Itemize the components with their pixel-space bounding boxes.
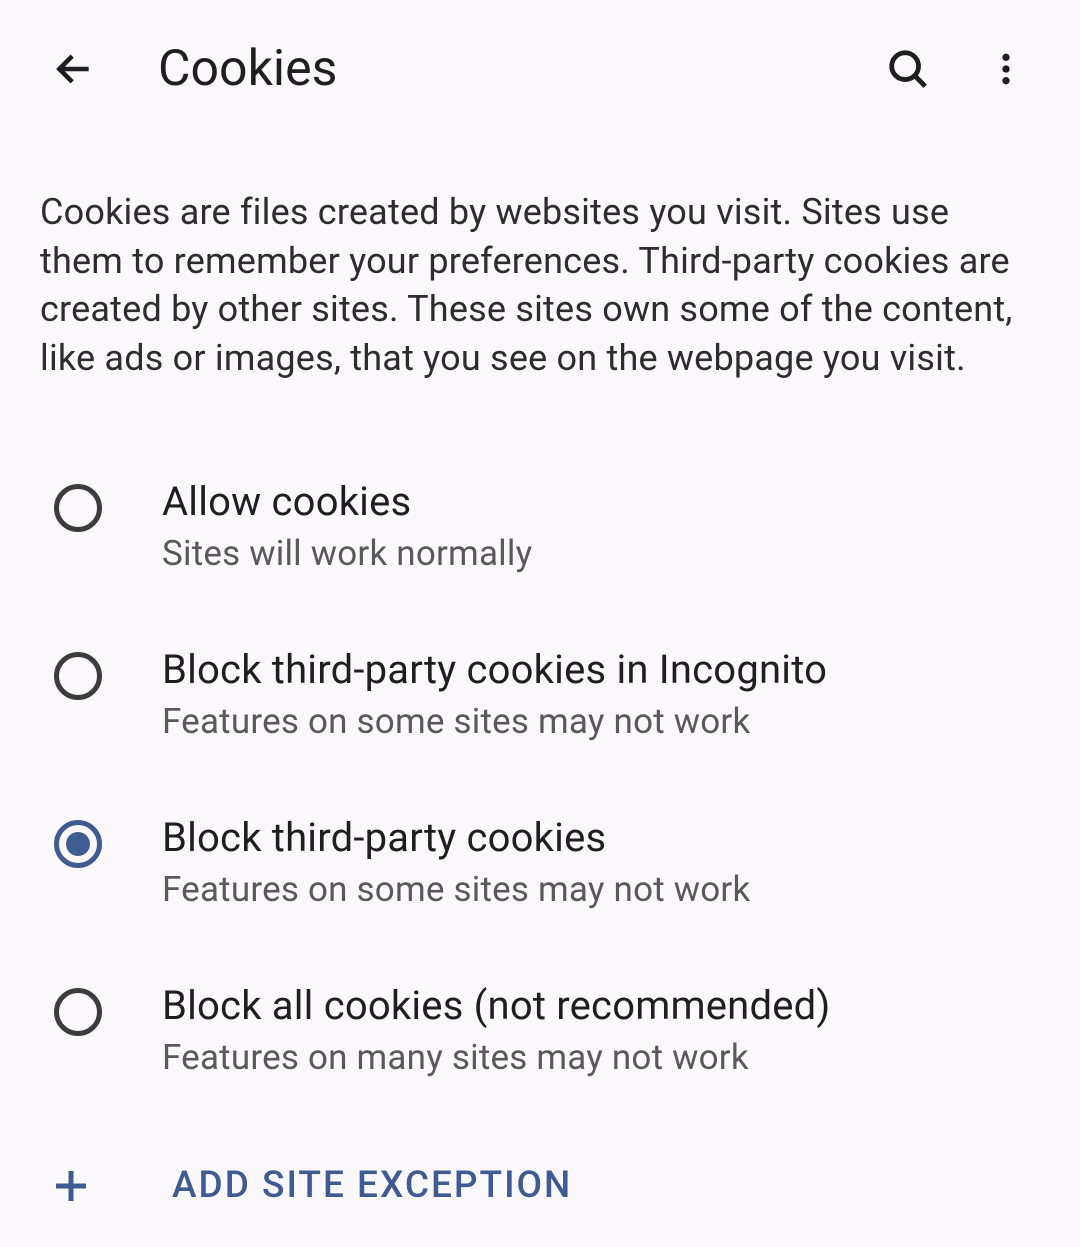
option-title: Block third-party cookies [162,814,1040,861]
arrow-left-icon [52,47,96,91]
search-icon [885,46,931,92]
option-block-third-party-incognito[interactable]: Block third-party cookies in Incognito F… [40,610,1040,778]
option-text: Block all cookies (not recommended) Feat… [162,982,1040,1078]
options-list: Allow cookies Sites will work normally B… [0,442,1080,1114]
option-title: Allow cookies [162,478,1040,525]
radio-button[interactable] [54,820,102,868]
radio-button[interactable] [54,988,102,1036]
option-title: Block third-party cookies in Incognito [162,646,1040,693]
header: Cookies [0,0,1080,138]
option-allow-cookies[interactable]: Allow cookies Sites will work normally [40,442,1040,610]
option-subtitle: Features on some sites may not work [162,869,1040,910]
option-text: Block third-party cookies Features on so… [162,814,1040,910]
plus-icon [50,1165,92,1207]
radio-button[interactable] [54,484,102,532]
back-button[interactable] [50,45,98,93]
search-button[interactable] [884,45,932,93]
option-text: Block third-party cookies in Incognito F… [162,646,1040,742]
option-text: Allow cookies Sites will work normally [162,478,1040,574]
option-block-third-party[interactable]: Block third-party cookies Features on so… [40,778,1040,946]
page-title: Cookies [158,40,824,98]
option-block-all-cookies[interactable]: Block all cookies (not recommended) Feat… [40,946,1040,1114]
description-text: Cookies are files created by websites yo… [0,138,1080,442]
radio-button[interactable] [54,652,102,700]
more-vert-icon [986,49,1026,89]
option-title: Block all cookies (not recommended) [162,982,1040,1029]
option-subtitle: Features on many sites may not work [162,1037,1040,1078]
header-actions [884,45,1030,93]
option-subtitle: Features on some sites may not work [162,701,1040,742]
add-site-exception-button[interactable]: ADD SITE EXCEPTION [0,1114,1080,1247]
option-subtitle: Sites will work normally [162,533,1040,574]
add-exception-label: ADD SITE EXCEPTION [172,1164,572,1207]
more-button[interactable] [982,45,1030,93]
